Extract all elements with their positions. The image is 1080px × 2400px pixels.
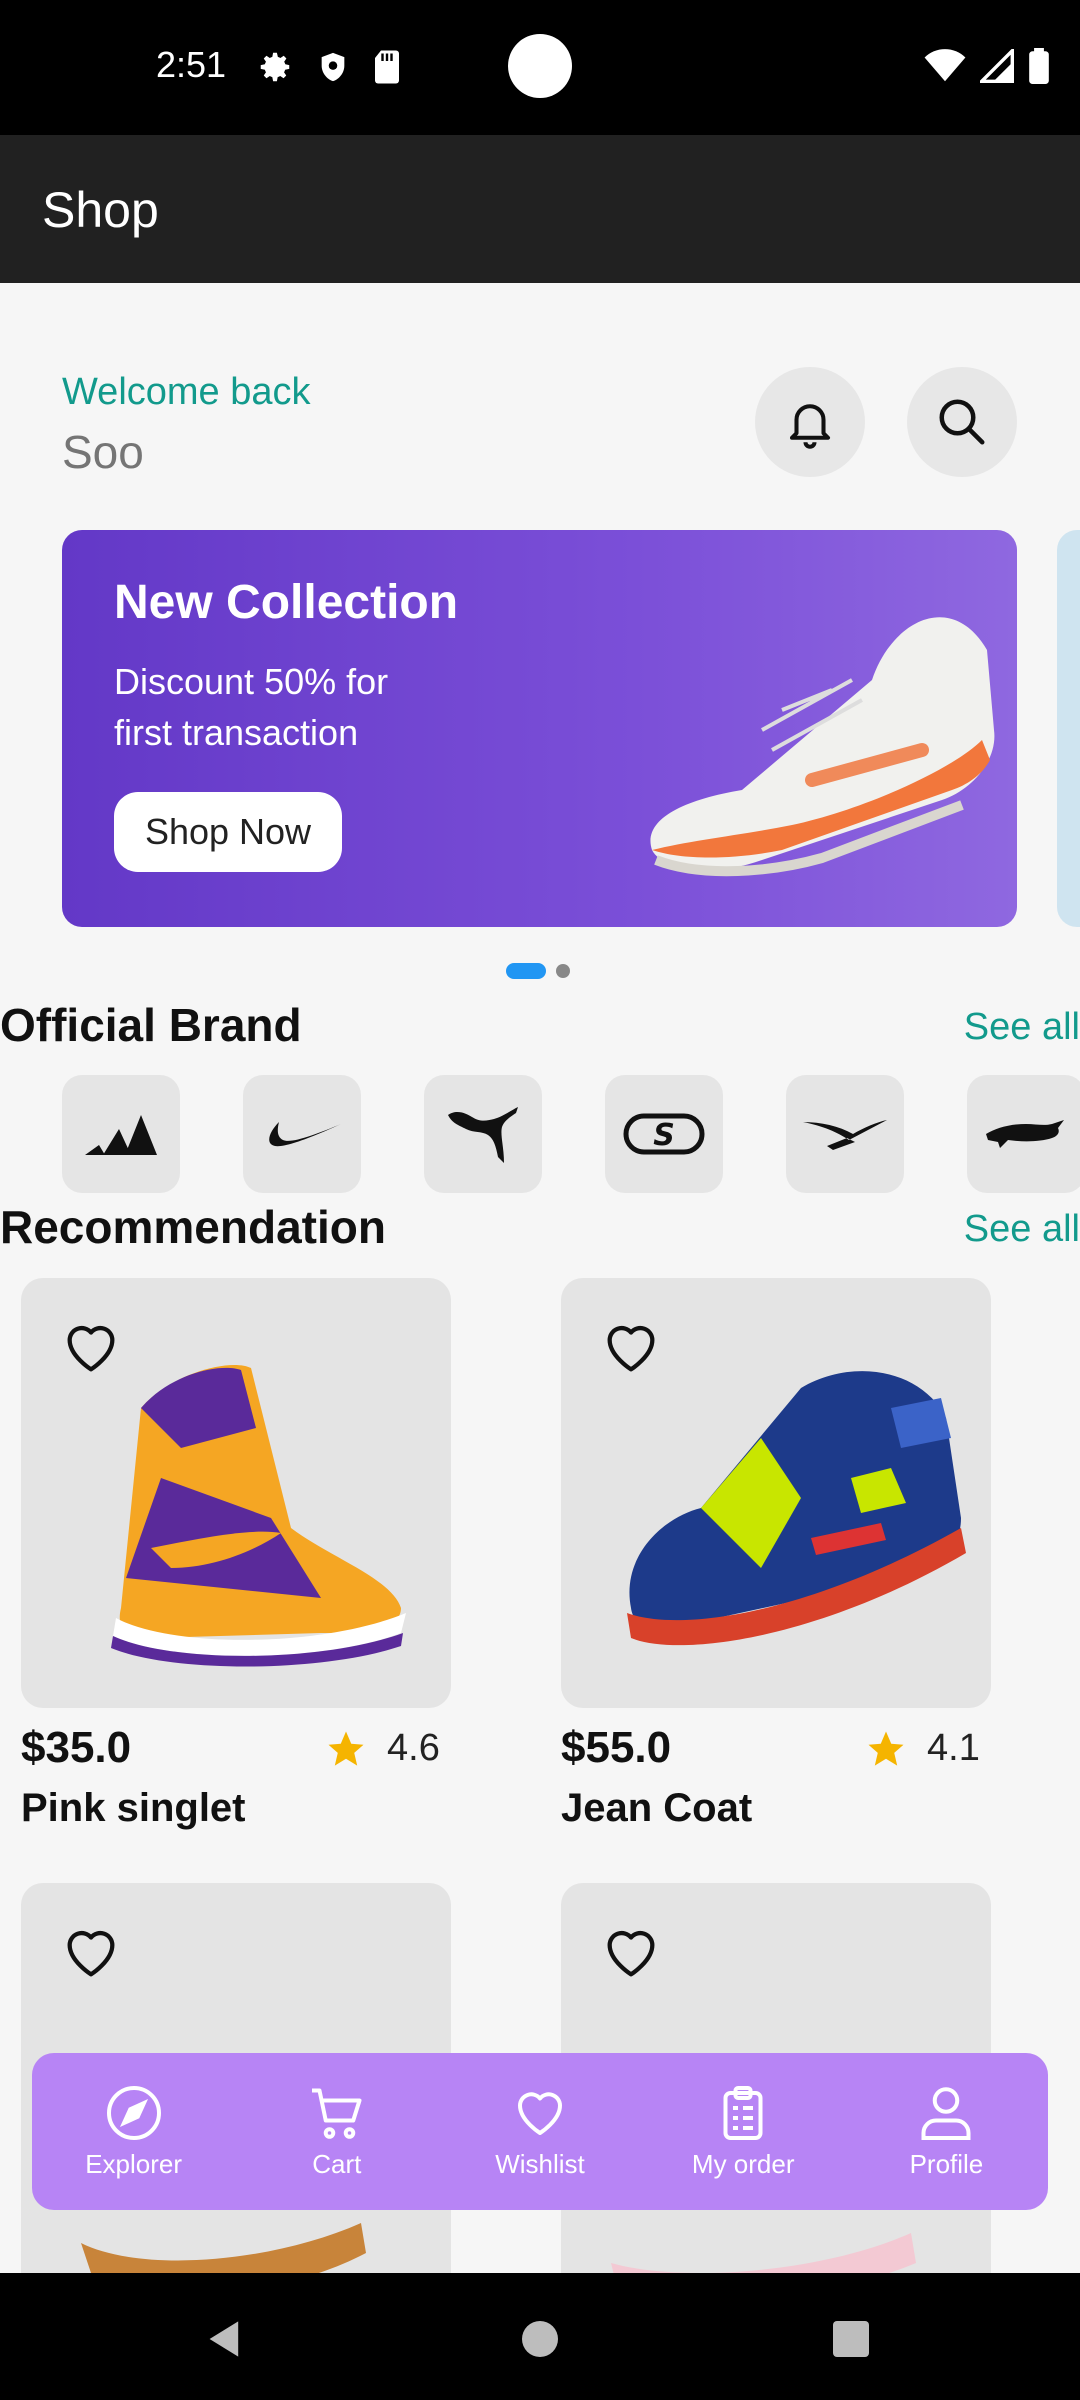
product-card-image[interactable] [561, 1278, 991, 1708]
product-card-image[interactable] [21, 1278, 451, 1708]
product-rating: 4.1 [865, 1727, 980, 1770]
nav-profile[interactable]: Profile [845, 2053, 1048, 2210]
puma-logo-icon [448, 1107, 518, 1163]
rating-value: 4.6 [387, 1727, 440, 1769]
clipboard-icon [723, 2086, 763, 2140]
brand-adidas[interactable] [62, 1075, 180, 1193]
compass-icon [106, 2086, 161, 2140]
carousel-indicator [506, 963, 570, 979]
product-rating: 4.6 [325, 1727, 440, 1770]
skechers-logo-icon: S [623, 1113, 705, 1155]
system-navigation-bar [0, 2273, 1080, 2400]
username: Soo [62, 426, 144, 478]
status-icons-right [924, 48, 1050, 84]
search-button[interactable] [907, 367, 1017, 477]
navy-sneaker-image [627, 1371, 966, 1646]
camera-cutout [508, 34, 572, 98]
nav-label: Wishlist [495, 2149, 585, 2179]
star-icon [868, 1731, 904, 1766]
product-price: $55.0 [561, 1723, 672, 1772]
nike-logo-icon [269, 1122, 341, 1147]
product-name[interactable]: Jean Coat [561, 1786, 752, 1831]
nav-wishlist[interactable]: Wishlist [438, 2053, 641, 2210]
nav-label: Profile [909, 2149, 984, 2179]
recommendation-see-all-link[interactable]: See all [964, 1208, 1080, 1251]
cart-icon [311, 2088, 362, 2139]
brand-reebok[interactable] [786, 1075, 904, 1193]
star-icon [328, 1731, 364, 1766]
product-price: $35.0 [21, 1723, 132, 1772]
svg-text:S: S [653, 1118, 675, 1153]
signal-icon [980, 49, 1014, 83]
heart-icon [518, 2092, 562, 2135]
status-time: 2:51 [156, 44, 227, 85]
purple-sneaker-image [111, 1364, 406, 1667]
nav-label: My order [691, 2149, 795, 2179]
brand-lacoste[interactable] [967, 1075, 1080, 1193]
status-bar: 2:51 [0, 0, 1080, 135]
product-name[interactable]: Pink singlet [21, 1786, 246, 1831]
promo-banner[interactable]: New Collection Discount 50% for first tr… [62, 530, 1017, 927]
back-icon[interactable] [203, 2317, 247, 2361]
phone-screen: 2:51 Shop Welcome back Soo New Collectio… [0, 0, 1080, 2400]
status-icons-left [256, 48, 402, 86]
settings-icon [260, 52, 290, 82]
person-icon [921, 2087, 971, 2140]
search-icon [939, 399, 985, 445]
brands-see-all-link[interactable]: See all [964, 1006, 1080, 1049]
banner-shoe-image [650, 617, 995, 877]
brand-puma[interactable] [424, 1075, 542, 1193]
notification-button[interactable] [755, 367, 865, 477]
rating-value: 4.1 [927, 1727, 980, 1769]
brand-nike[interactable] [243, 1075, 361, 1193]
welcome-text: Welcome back [62, 371, 311, 413]
adidas-logo-icon [85, 1115, 157, 1155]
bell-icon [789, 404, 831, 449]
reebok-logo-icon [803, 1120, 887, 1150]
official-brand-title: Official Brand [0, 999, 302, 1051]
nav-explorer[interactable]: Explorer [32, 2053, 235, 2210]
nav-label: Explorer [85, 2149, 183, 2179]
bottom-navigation: Explorer Cart Wishlist My order Profile [32, 2053, 1048, 2210]
app-title: Shop [42, 182, 159, 238]
carousel-dot-active [506, 963, 546, 979]
recents-icon[interactable] [831, 2319, 871, 2359]
nav-my-order[interactable]: My order [642, 2053, 845, 2210]
sd-card-icon [375, 50, 399, 84]
banner-subtitle: Discount 50% for first transaction [114, 661, 389, 753]
wifi-icon [924, 49, 966, 82]
next-banner-peek[interactable] [1057, 530, 1080, 927]
brand-skechers[interactable]: S [605, 1075, 723, 1193]
lacoste-logo-icon [986, 1120, 1064, 1148]
main-content: Welcome back Soo New Collection Discount… [0, 283, 1080, 2273]
banner-title: New Collection [114, 576, 459, 629]
recommendation-title: Recommendation [0, 1201, 386, 1253]
app-bar: Shop [0, 135, 1080, 283]
shield-icon [321, 52, 345, 82]
battery-icon [1029, 48, 1049, 84]
carousel-dot [556, 964, 570, 978]
nav-cart[interactable]: Cart [235, 2053, 438, 2210]
nav-label: Cart [312, 2149, 362, 2179]
home-icon[interactable] [520, 2319, 560, 2359]
shop-now-button[interactable]: Shop Now [114, 792, 342, 872]
